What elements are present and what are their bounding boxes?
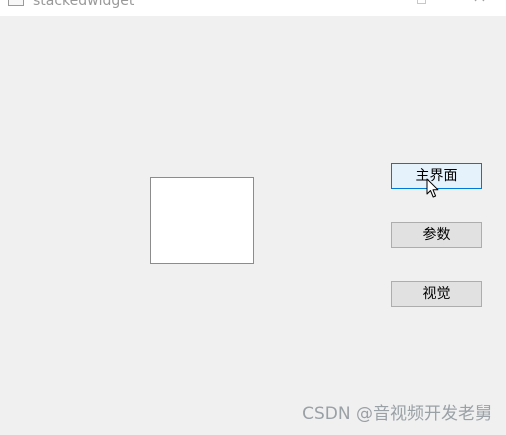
mouse-pointer-icon bbox=[426, 178, 439, 198]
stacked-widget-frame bbox=[150, 177, 254, 264]
app-window-icon bbox=[8, 0, 24, 6]
params-button[interactable]: 参数 bbox=[391, 222, 482, 248]
main-window: stackedwidget 主界面 参数 视觉 CSDN @音视频开发老舅 bbox=[0, 0, 506, 435]
minimize-button[interactable] bbox=[410, 0, 434, 6]
watermark-text: CSDN @音视频开发老舅 bbox=[302, 404, 492, 424]
close-icon bbox=[474, 0, 485, 2]
vision-button[interactable]: 视觉 bbox=[391, 281, 482, 307]
title-bar[interactable]: stackedwidget bbox=[0, 0, 506, 16]
close-button[interactable] bbox=[468, 0, 492, 6]
window-title: stackedwidget bbox=[33, 0, 135, 9]
